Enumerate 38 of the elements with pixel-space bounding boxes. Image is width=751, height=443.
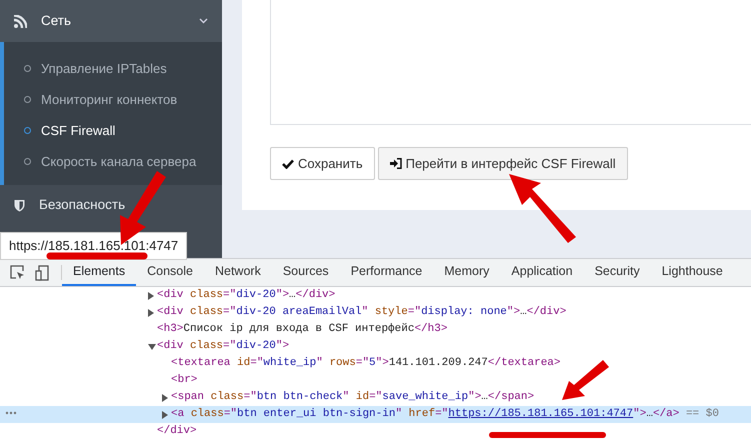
annotation-arrow	[562, 360, 609, 400]
devtools-tab[interactable]: Console	[136, 259, 204, 286]
device-toolbar-icon[interactable]	[35, 264, 49, 280]
devtools-tab[interactable]: Memory	[433, 259, 500, 286]
rss-icon	[14, 14, 27, 28]
url-link[interactable]: https://185.181.165.101:4747	[448, 408, 634, 420]
shield-icon	[14, 198, 25, 212]
dom-node-line[interactable]: </div>	[157, 423, 197, 440]
action-button[interactable]: Сохранить	[270, 147, 375, 180]
devtools-tab[interactable]: Security	[584, 259, 651, 286]
sidebar-item[interactable]: Скорость канала сервера	[4, 152, 222, 171]
more-icon[interactable]	[5, 411, 17, 416]
expand-triangle-icon[interactable]	[162, 410, 168, 418]
sidebar-item[interactable]: Управление IPTables	[4, 59, 222, 78]
menu-section-label[interactable]: Безопасность	[39, 194, 126, 216]
inspect-icon[interactable]	[10, 265, 25, 280]
dom-node-line[interactable]: <div class="div-20 areaEmailVal" style="display: none">…</div>	[157, 304, 566, 321]
devtools-tab[interactable]: Lighthouse	[650, 259, 734, 286]
sidebar-item[interactable]: Мониторинг коннектов	[4, 90, 222, 109]
devtools-tab[interactable]: Application	[500, 259, 584, 286]
dom-node-line[interactable]: <div class="div-20">	[157, 338, 290, 355]
dom-node-line[interactable]: <div class="div-20">…</div>	[157, 287, 336, 304]
dom-node-line[interactable]: <br>	[171, 372, 198, 389]
dom-node-line[interactable]: <h3>Список ip для входа в CSF интерфейс</h3>	[157, 321, 448, 338]
devtools-tab[interactable]: Sources	[272, 259, 340, 286]
textarea-field[interactable]	[270, 0, 751, 125]
expand-triangle-icon[interactable]	[148, 344, 156, 350]
action-button[interactable]: Перейти в интерфейс CSF Firewall	[378, 147, 628, 180]
annotation-arrow	[509, 174, 576, 243]
devtools-tab[interactable]: Performance	[340, 259, 434, 286]
sidebar-item[interactable]: CSF Firewall	[4, 121, 222, 140]
check-icon	[282, 158, 294, 168]
devtools-tab[interactable]: Network	[204, 259, 272, 286]
dom-node-line[interactable]: <textarea id="white_ip" rows="5">141.101.209.247</textarea>	[171, 355, 561, 372]
dom-node-line[interactable]: <span class="btn btn-check" id="save_white_ip">…</span>	[171, 389, 534, 406]
expand-triangle-icon[interactable]	[148, 308, 154, 316]
expand-triangle-icon[interactable]	[148, 292, 154, 300]
sign-in-icon	[390, 158, 402, 169]
